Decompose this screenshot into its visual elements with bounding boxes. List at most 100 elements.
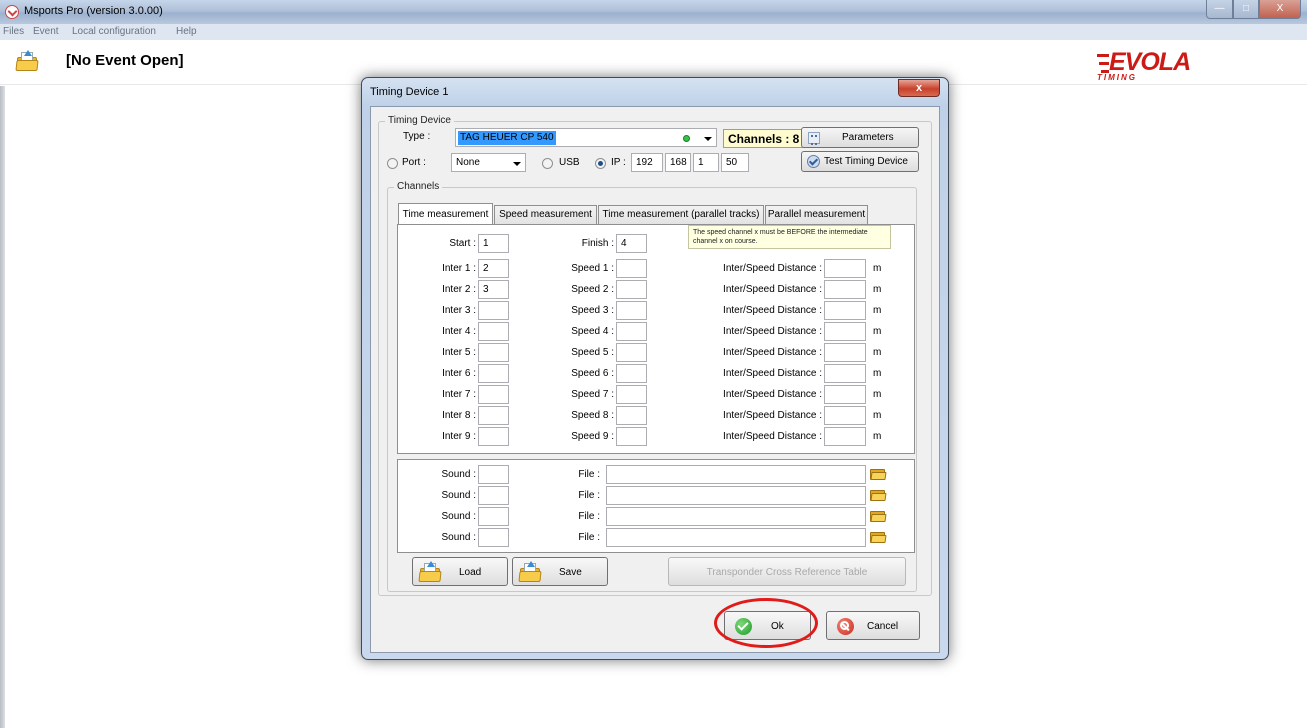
menu-files[interactable]: Files bbox=[3, 26, 24, 37]
type-select[interactable]: TAG HEUER CP 540 bbox=[455, 128, 717, 147]
inter-field[interactable] bbox=[478, 406, 509, 425]
event-status: [No Event Open] bbox=[66, 52, 184, 69]
speed-field[interactable] bbox=[616, 406, 647, 425]
inter-field[interactable] bbox=[478, 427, 509, 446]
ok-button[interactable]: Ok bbox=[724, 611, 811, 640]
parameters-button[interactable]: Parameters bbox=[801, 127, 919, 148]
folder-open-icon[interactable] bbox=[870, 467, 887, 481]
ip-octet-1[interactable]: 192 bbox=[631, 153, 663, 172]
start-field[interactable]: 1 bbox=[478, 234, 509, 253]
tab-time-measurement-parallel[interactable]: Time measurement (parallel tracks) bbox=[598, 205, 764, 224]
dialog-close-button[interactable]: x bbox=[898, 79, 940, 97]
sound-field[interactable] bbox=[478, 528, 509, 547]
file-label: File : bbox=[578, 511, 600, 522]
minimize-button[interactable]: — bbox=[1206, 0, 1233, 19]
cancel-button[interactable]: Cancel bbox=[826, 611, 920, 640]
sound-label: Sound : bbox=[441, 532, 476, 543]
inter-field[interactable]: 2 bbox=[478, 259, 509, 278]
distance-field[interactable] bbox=[824, 322, 866, 341]
file-field[interactable] bbox=[606, 486, 866, 505]
usb-label: USB bbox=[559, 157, 580, 168]
distance-label: Inter/Speed Distance : bbox=[723, 326, 822, 337]
sound-label: Sound : bbox=[441, 490, 476, 501]
distance-unit: m bbox=[873, 263, 882, 274]
distance-field[interactable] bbox=[824, 385, 866, 404]
chevron-down-icon[interactable] bbox=[508, 154, 525, 171]
distance-field[interactable] bbox=[824, 259, 866, 278]
sound-field[interactable] bbox=[478, 486, 509, 505]
test-icon bbox=[807, 155, 820, 168]
ip-radio[interactable] bbox=[595, 158, 606, 169]
speed-field[interactable] bbox=[616, 322, 647, 341]
distance-field[interactable] bbox=[824, 301, 866, 320]
inter-field[interactable] bbox=[478, 322, 509, 341]
tab-time-measurement[interactable]: Time measurement bbox=[398, 203, 493, 224]
folder-open-icon[interactable] bbox=[870, 530, 887, 544]
file-field[interactable] bbox=[606, 507, 866, 526]
inter-label: Inter 3 : bbox=[442, 305, 476, 316]
distance-unit: m bbox=[873, 368, 882, 379]
inter-label: Inter 2 : bbox=[442, 284, 476, 295]
inter-field[interactable] bbox=[478, 364, 509, 383]
sound-field[interactable] bbox=[478, 507, 509, 526]
usb-radio[interactable] bbox=[542, 158, 553, 169]
port-select[interactable]: None bbox=[451, 153, 526, 172]
app-icon[interactable] bbox=[5, 5, 19, 19]
folder-open-icon[interactable] bbox=[870, 509, 887, 523]
dialog-client: Timing Device Type : TAG HEUER CP 540 Ch… bbox=[370, 106, 940, 653]
speed-field[interactable] bbox=[616, 280, 647, 299]
close-window-button[interactable]: X bbox=[1259, 0, 1301, 19]
status-dot-icon bbox=[683, 135, 690, 142]
distance-label: Inter/Speed Distance : bbox=[723, 431, 822, 442]
distance-field[interactable] bbox=[824, 427, 866, 446]
left-edge bbox=[0, 86, 5, 728]
maximize-button[interactable]: □ bbox=[1233, 0, 1259, 19]
distance-field[interactable] bbox=[824, 406, 866, 425]
speed-field[interactable] bbox=[616, 259, 647, 278]
tab-speed-measurement[interactable]: Speed measurement bbox=[494, 205, 597, 224]
menu-event[interactable]: Event bbox=[33, 26, 59, 37]
load-button[interactable]: Load bbox=[412, 557, 508, 586]
inter-label: Inter 8 : bbox=[442, 410, 476, 421]
finish-field[interactable]: 4 bbox=[616, 234, 647, 253]
ip-octet-4[interactable]: 50 bbox=[721, 153, 749, 172]
ip-octet-2[interactable]: 168 bbox=[665, 153, 691, 172]
inter-field[interactable] bbox=[478, 385, 509, 404]
inter-field[interactable]: 3 bbox=[478, 280, 509, 299]
speed-field[interactable] bbox=[616, 301, 647, 320]
speed-label: Speed 5 : bbox=[571, 347, 614, 358]
test-timing-device-label: Test Timing Device bbox=[824, 156, 908, 167]
menu-help[interactable]: Help bbox=[176, 26, 197, 37]
open-event-icon[interactable] bbox=[15, 50, 39, 72]
speed-field[interactable] bbox=[616, 427, 647, 446]
tab-parallel-measurement[interactable]: Parallel measurement bbox=[765, 205, 868, 224]
distance-field[interactable] bbox=[824, 280, 866, 299]
file-field[interactable] bbox=[606, 528, 866, 547]
dialog-title: Timing Device 1 bbox=[370, 86, 449, 98]
distance-label: Inter/Speed Distance : bbox=[723, 284, 822, 295]
file-field[interactable] bbox=[606, 465, 866, 484]
distance-label: Inter/Speed Distance : bbox=[723, 347, 822, 358]
chevron-down-icon[interactable] bbox=[699, 129, 716, 146]
folder-open-icon[interactable] bbox=[870, 488, 887, 502]
inter-label: Inter 1 : bbox=[442, 263, 476, 274]
time-measurement-panel: Start : 1 Finish : 4 The speed channel x… bbox=[397, 224, 915, 454]
save-button[interactable]: Save bbox=[512, 557, 608, 586]
transponder-button[interactable]: Transponder Cross Reference Table bbox=[668, 557, 906, 586]
speed-field[interactable] bbox=[616, 343, 647, 362]
inter-label: Inter 9 : bbox=[442, 431, 476, 442]
distance-field[interactable] bbox=[824, 343, 866, 362]
distance-unit: m bbox=[873, 284, 882, 295]
inter-field[interactable] bbox=[478, 343, 509, 362]
sound-field[interactable] bbox=[478, 465, 509, 484]
menu-local-configuration[interactable]: Local configuration bbox=[72, 26, 156, 37]
speed-field[interactable] bbox=[616, 385, 647, 404]
port-radio[interactable] bbox=[387, 158, 398, 169]
ip-octet-3[interactable]: 1 bbox=[693, 153, 719, 172]
speed-field[interactable] bbox=[616, 364, 647, 383]
distance-field[interactable] bbox=[824, 364, 866, 383]
test-timing-device-button[interactable]: Test Timing Device bbox=[801, 151, 919, 172]
window-titlebar: Msports Pro (version 3.0.00) — □ X bbox=[0, 0, 1307, 24]
inter-field[interactable] bbox=[478, 301, 509, 320]
channels-count: Channels : 8 bbox=[723, 129, 805, 148]
